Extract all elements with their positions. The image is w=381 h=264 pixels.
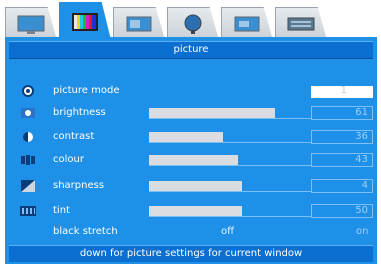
- colour-icon: [21, 155, 35, 165]
- picture-mode-value: 1: [340, 85, 347, 96]
- contrast-label: contrast: [53, 131, 95, 142]
- setting-row-colour[interactable]: colour 43: [5, 151, 377, 170]
- satellite-dish-icon: [184, 14, 202, 34]
- tab-screen[interactable]: [221, 7, 273, 40]
- black-stretch-label: black stretch: [53, 226, 118, 237]
- tab-channels[interactable]: [167, 7, 219, 40]
- setting-row-black-stretch[interactable]: black stretch off on: [5, 223, 377, 242]
- sharpness-label: sharpness: [53, 180, 105, 191]
- picture-mode-icon: [22, 85, 34, 97]
- contrast-value: 36: [311, 130, 373, 144]
- picture-mode-label: picture mode: [53, 85, 120, 96]
- picture-panel: picture picture mode 1 brightness 61 con…: [5, 37, 377, 264]
- brightness-icon: [21, 108, 35, 118]
- panel-title: picture: [9, 41, 373, 59]
- tint-icon: [20, 206, 36, 216]
- tv-icon: [17, 15, 45, 34]
- tint-label: tint: [53, 205, 70, 216]
- colour-value: 43: [311, 153, 373, 167]
- tab-tv[interactable]: [5, 7, 57, 40]
- setting-row-brightness[interactable]: brightness 61: [5, 104, 377, 123]
- colour-label: colour: [53, 154, 84, 165]
- speaker-icon: [126, 16, 152, 32]
- contrast-icon: [23, 132, 33, 142]
- tab-sound[interactable]: [113, 7, 165, 40]
- setting-row-picture-mode[interactable]: picture mode 1: [5, 82, 377, 101]
- sharpness-icon: [21, 180, 35, 192]
- color-bars-icon: [72, 12, 98, 31]
- tab-picture[interactable]: [59, 2, 111, 40]
- brightness-value: 61: [311, 106, 373, 120]
- tab-strip: [5, 0, 377, 40]
- black-stretch-on-option[interactable]: on: [356, 225, 368, 239]
- black-stretch-off-option[interactable]: off: [221, 225, 234, 239]
- setting-row-tint[interactable]: tint 50: [5, 202, 377, 221]
- tab-setup[interactable]: [275, 7, 327, 40]
- help-hint: down for picture settings for current wi…: [9, 245, 373, 262]
- sharpness-value: 4: [311, 179, 373, 193]
- setting-row-contrast[interactable]: contrast 36: [5, 128, 377, 147]
- tint-value: 50: [311, 204, 373, 218]
- brightness-label: brightness: [53, 107, 106, 118]
- keyboard-icon: [287, 17, 315, 31]
- screen-settings-icon: [234, 16, 260, 32]
- setting-row-sharpness[interactable]: sharpness 4: [5, 177, 377, 196]
